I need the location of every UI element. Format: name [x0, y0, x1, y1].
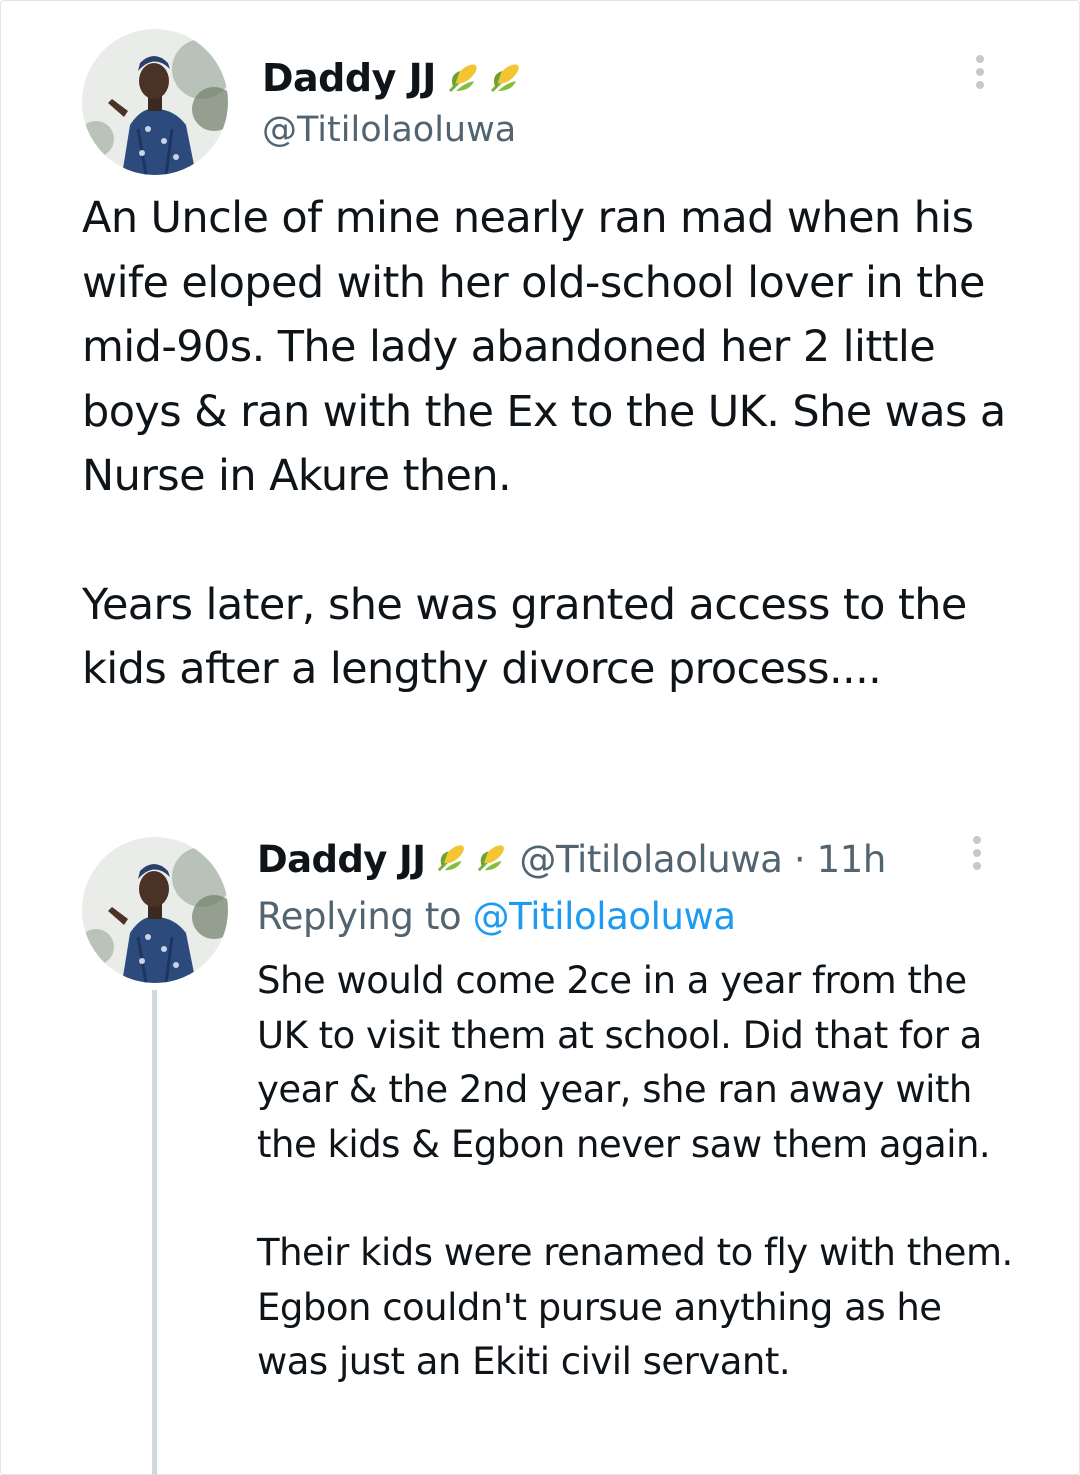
thread-line: [152, 990, 157, 1475]
tweet-paragraph: Years later, she was granted access to t…: [82, 579, 967, 695]
separator: ·: [793, 838, 806, 881]
handle[interactable]: @Titilolaoluwa: [262, 106, 516, 154]
mention-link[interactable]: @Titilolaoluwa: [473, 895, 737, 938]
replying-to: Replying to @Titilolaoluwa: [257, 891, 736, 943]
avatar[interactable]: [82, 29, 228, 175]
display-name[interactable]: Daddy JJ: [257, 838, 426, 881]
corn-icon: [473, 836, 511, 888]
corn-icon: [444, 56, 484, 108]
display-name[interactable]: Daddy JJ: [262, 52, 528, 108]
replying-to-label: Replying to: [257, 895, 462, 938]
reply-paragraph: She would come 2ce in a year from the UK…: [257, 959, 991, 1166]
tweet-text: An Uncle of mine nearly ran mad when his…: [82, 186, 1032, 702]
display-name-text: Daddy JJ: [262, 56, 436, 100]
avatar[interactable]: [82, 837, 228, 983]
corn-icon: [433, 836, 471, 888]
more-options-icon[interactable]: [966, 836, 988, 874]
handle[interactable]: @Titilolaoluwa: [519, 838, 783, 881]
more-options-icon[interactable]: [968, 55, 992, 95]
timestamp[interactable]: 11h: [817, 838, 887, 881]
badge-group: [444, 53, 528, 108]
reply-paragraph: Their kids were renamed to fly with them…: [257, 1231, 1013, 1383]
corn-icon: [486, 56, 526, 108]
reply-header: Daddy JJ @Titilolaoluwa · 11h: [257, 834, 886, 888]
tweet-paragraph: An Uncle of mine nearly ran mad when his…: [82, 193, 1006, 501]
badge-group: [433, 835, 513, 889]
reply-meta: @Titilolaoluwa · 11h: [519, 838, 886, 881]
reply-text: She would come 2ce in a year from the UK…: [257, 954, 1017, 1390]
